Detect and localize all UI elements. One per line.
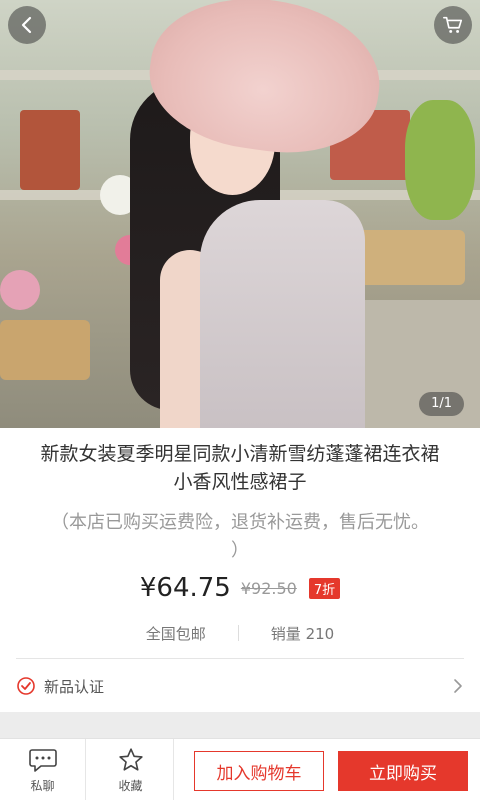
favorite-button[interactable]: 收藏 [88,739,174,800]
chevron-right-icon [454,679,462,693]
product-subtitle: （本店已购买运费险，退货补运费，售后无忧。 ） [20,509,460,565]
photo-decoration [405,100,475,220]
photo-model [200,200,365,428]
product-subtitle-line: （本店已购买运费险，退货补运费，售后无忧。 [51,512,429,533]
section-divider [16,658,464,659]
certification-label: 新品认证 [44,677,105,696]
meta-row: 全国包邮 销量 210 [0,620,480,646]
section-gap [0,712,480,738]
product-image[interactable]: 1/1 [0,0,480,428]
certification-row[interactable]: 新品认证 [16,668,464,704]
meta-divider [237,625,239,641]
cart-button[interactable] [434,6,472,44]
chat-label: 私聊 [30,778,55,793]
photo-decoration [0,270,40,310]
price-row: ¥64.75 ¥92.50 7折 [0,568,480,608]
sales-count: 销量 210 [270,624,335,643]
buy-now-button[interactable]: 立即购买 [338,751,468,791]
product-subtitle-line: ） [231,540,249,561]
check-circle-icon [17,677,35,695]
chat-bubble-icon [28,748,57,772]
product-title-line: 新款女装夏季明星同款小清新雪纺蓬蓬裙连衣裙 [40,443,440,465]
current-price: ¥64.75 [139,573,231,603]
photo-decoration [20,110,80,190]
product-title: 新款女装夏季明星同款小清新雪纺蓬蓬裙连衣裙 小香风性感裙子 [10,440,470,496]
add-to-cart-button[interactable]: 加入购物车 [194,751,324,791]
discount-badge: 7折 [308,577,341,599]
star-icon [118,747,143,771]
cart-icon [443,16,463,33]
chat-button[interactable]: 私聊 [0,739,86,800]
original-price: ¥92.50 [240,578,297,598]
image-pager: 1/1 [419,392,464,416]
favorite-label: 收藏 [118,778,143,793]
back-icon [21,16,32,34]
shipping-info: 全国包邮 [145,624,206,643]
photo-decoration [0,320,90,380]
product-title-line: 小香风性感裙子 [173,471,307,493]
back-button[interactable] [8,6,46,44]
bottom-action-bar: 私聊 收藏 加入购物车 立即购买 [0,738,480,800]
